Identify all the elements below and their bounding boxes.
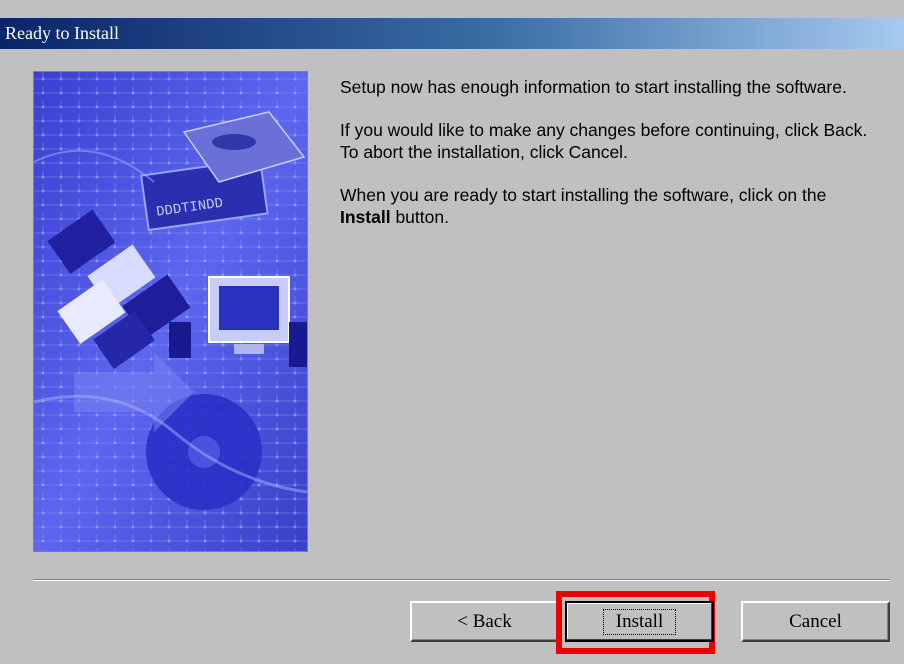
info-paragraph-3: When you are ready to start installing t… (340, 184, 880, 228)
install-button-label: Install (602, 608, 677, 635)
install-button[interactable]: Install (565, 601, 714, 642)
dialog-title: Ready to Install (5, 23, 119, 43)
install-keyword: Install (340, 207, 391, 227)
info-paragraph-3-start: When you are ready to start installing t… (340, 185, 827, 205)
info-paragraph-1: Setup now has enough information to star… (340, 77, 847, 97)
cancel-button-label: Cancel (789, 610, 842, 632)
installer-dialog: Ready to Install DDDTINDD Setup now has … (0, 0, 904, 664)
back-button[interactable]: < Back (410, 601, 559, 642)
cancel-button[interactable]: Cancel (741, 601, 890, 642)
back-button-label: < Back (457, 610, 512, 632)
info-paragraph-2: If you would like to make any changes be… (340, 120, 868, 162)
title-bar: Ready to Install (0, 18, 904, 49)
info-text: Setup now has enough information to star… (340, 76, 880, 249)
install-highlight-box: Install (556, 591, 715, 654)
info-paragraph-3-end: button. (390, 207, 449, 227)
setup-artwork-image: DDDTINDD (33, 71, 308, 552)
button-divider (33, 579, 890, 581)
